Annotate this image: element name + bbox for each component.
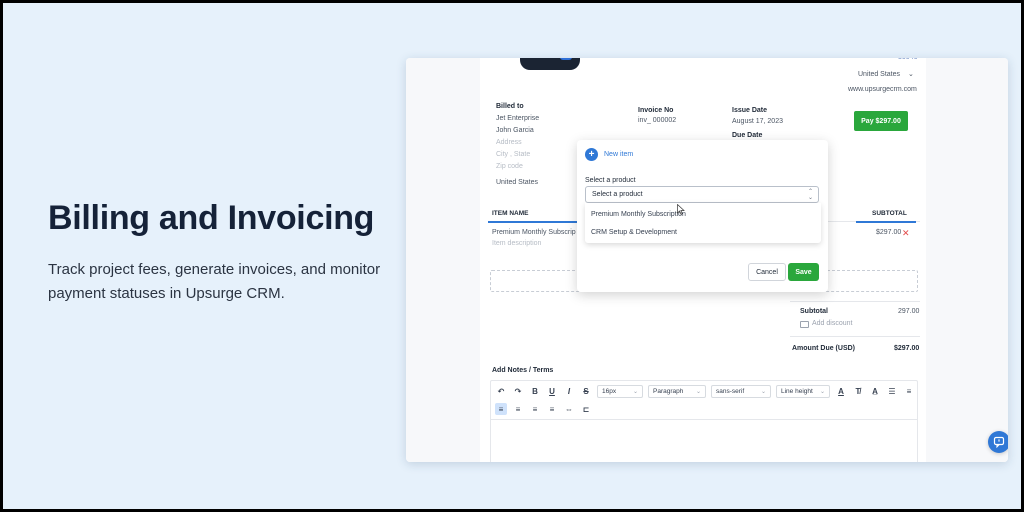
invoice-no-label: Invoice No bbox=[638, 107, 674, 114]
cancel-button[interactable]: Cancel bbox=[748, 263, 786, 281]
font-size-value: 16px bbox=[602, 388, 617, 395]
strikethrough-icon[interactable]: S bbox=[580, 386, 592, 398]
align-justify-icon[interactable]: ≡ bbox=[546, 403, 558, 415]
editor-divider bbox=[491, 419, 917, 420]
company-country-value: United States bbox=[858, 71, 901, 78]
line-item-description[interactable]: Item description bbox=[492, 240, 541, 247]
logo-mark-icon bbox=[560, 58, 572, 60]
align-center-icon[interactable]: ≡ bbox=[512, 403, 524, 415]
chat-icon bbox=[993, 436, 1005, 448]
summary-divider bbox=[790, 301, 920, 302]
page-frame: Billing and Invoicing Track project fees… bbox=[3, 3, 1021, 509]
summary-divider-2 bbox=[790, 336, 920, 337]
billed-zip-field[interactable]: Zip code bbox=[496, 163, 523, 170]
subtotal-column-underline bbox=[856, 221, 916, 223]
product-dropdown: Premium Monthly Subscription CRM Setup &… bbox=[585, 203, 821, 243]
billed-country-field[interactable]: United States bbox=[496, 179, 538, 186]
company-zip: 30046 bbox=[898, 58, 917, 61]
updown-chevron-icon: ⌃ ⌄ bbox=[807, 189, 813, 201]
amount-due-label: Amount Due (USD) bbox=[792, 345, 855, 352]
issue-date-label: Issue Date bbox=[732, 107, 768, 114]
link-icon[interactable]: ⇔ bbox=[563, 403, 575, 415]
chevron-down-icon: ⌄ bbox=[760, 389, 766, 395]
new-item-modal: + New item Select a product Select a pro… bbox=[577, 140, 828, 292]
chevron-down-icon: ⌄ bbox=[632, 389, 638, 395]
left-gutter bbox=[406, 58, 480, 462]
issue-date-value[interactable]: August 17, 2023 bbox=[732, 118, 783, 125]
right-gutter bbox=[926, 58, 1008, 462]
align-left-icon[interactable]: ≡ bbox=[495, 403, 507, 415]
numbered-list-icon[interactable]: ≡ bbox=[903, 386, 915, 398]
undo-icon[interactable]: ↶ bbox=[495, 386, 507, 398]
media-icon[interactable]: ⊏ bbox=[580, 403, 592, 415]
discount-icon bbox=[800, 321, 809, 328]
highlight-icon[interactable]: A̲ bbox=[869, 386, 881, 398]
subtotal-label: Subtotal bbox=[800, 308, 828, 315]
line-height-select[interactable]: Line height ⌄ bbox=[776, 385, 830, 398]
app-screenshot: 30046 United States⌄ www.upsurgecrm.com … bbox=[406, 58, 1008, 462]
product-option[interactable]: CRM Setup & Development bbox=[591, 229, 677, 236]
text-color-icon[interactable]: A bbox=[835, 386, 847, 398]
feedback-button[interactable] bbox=[988, 431, 1008, 453]
add-discount-link[interactable]: Add discount bbox=[812, 320, 852, 327]
product-select-value: Select a product bbox=[592, 191, 643, 198]
plus-icon: + bbox=[585, 148, 598, 161]
redo-icon[interactable]: ↷ bbox=[512, 386, 524, 398]
mouse-cursor-icon bbox=[677, 204, 685, 215]
line-item-name[interactable]: Premium Monthly Subscrip bbox=[492, 229, 576, 236]
billed-contact-field[interactable]: John Garcia bbox=[496, 127, 534, 134]
company-logo bbox=[520, 58, 580, 70]
line-item-subtotal: $297.00 bbox=[876, 229, 902, 236]
new-item-label: New item bbox=[604, 151, 634, 158]
chevron-down-icon: ⌄ bbox=[908, 71, 914, 78]
billed-address-field[interactable]: Address bbox=[496, 139, 522, 146]
font-family-select[interactable]: sans-serif ⌄ bbox=[711, 385, 771, 398]
chevron-down-icon: ⌄ bbox=[695, 389, 701, 395]
save-button[interactable]: Save bbox=[788, 263, 819, 281]
billed-city-state-field[interactable]: City , State bbox=[496, 151, 530, 158]
column-item-name: ITEM NAME bbox=[492, 210, 529, 217]
editor-toolbar-row-1: ↶ ↷ B U I S 16px ⌄ Paragraph ⌄ sans-serif ⌄… bbox=[495, 385, 915, 398]
clear-format-icon[interactable]: T̸ bbox=[852, 386, 864, 398]
notes-editor[interactable]: ↶ ↷ B U I S 16px ⌄ Paragraph ⌄ sans-serif ⌄… bbox=[490, 380, 918, 462]
product-select-label: Select a product bbox=[585, 177, 636, 184]
editor-toolbar-row-2: ≡ ≡ ≡ ≡ ⇔ ⊏ bbox=[495, 403, 592, 415]
due-date-label: Due Date bbox=[732, 132, 763, 139]
amount-due-value: $297.00 bbox=[894, 345, 920, 352]
font-size-select[interactable]: 16px ⌄ bbox=[597, 385, 643, 398]
product-select[interactable]: Select a product ⌃ ⌄ bbox=[585, 186, 819, 203]
item-column-underline bbox=[488, 221, 578, 223]
line-height-value: Line height bbox=[781, 388, 813, 395]
bullet-list-icon[interactable]: ☰ bbox=[886, 386, 898, 398]
hero-title: Billing and Invoicing bbox=[48, 199, 375, 237]
align-right-icon[interactable]: ≡ bbox=[529, 403, 541, 415]
italic-icon[interactable]: I bbox=[563, 386, 575, 398]
bold-icon[interactable]: B bbox=[529, 386, 541, 398]
notes-label: Add Notes / Terms bbox=[492, 367, 554, 374]
subtotal-value: 297.00 bbox=[898, 308, 920, 315]
remove-item-icon[interactable]: ✕ bbox=[902, 228, 910, 239]
invoice-no-value[interactable]: inv_ 000002 bbox=[638, 117, 676, 124]
underline-icon[interactable]: U bbox=[546, 386, 558, 398]
pay-button[interactable]: Pay $297.00 bbox=[854, 111, 908, 131]
font-family-value: sans-serif bbox=[716, 388, 745, 395]
company-country-select[interactable]: United States ⌄ bbox=[858, 70, 914, 78]
block-type-value: Paragraph bbox=[653, 388, 684, 395]
hero-description: Track project fees, generate invoices, a… bbox=[48, 261, 381, 302]
block-type-select[interactable]: Paragraph ⌄ bbox=[648, 385, 706, 398]
chevron-down-icon: ⌄ bbox=[819, 389, 825, 395]
billed-company-field[interactable]: Jet Enterprise bbox=[496, 115, 539, 122]
new-item-button[interactable]: + New item bbox=[585, 148, 633, 161]
billed-to-label: Billed to bbox=[496, 103, 524, 110]
company-website[interactable]: www.upsurgecrm.com bbox=[848, 86, 917, 93]
product-option[interactable]: Premium Monthly Subscription bbox=[591, 211, 686, 218]
column-subtotal: SUBTOTAL bbox=[872, 210, 907, 217]
